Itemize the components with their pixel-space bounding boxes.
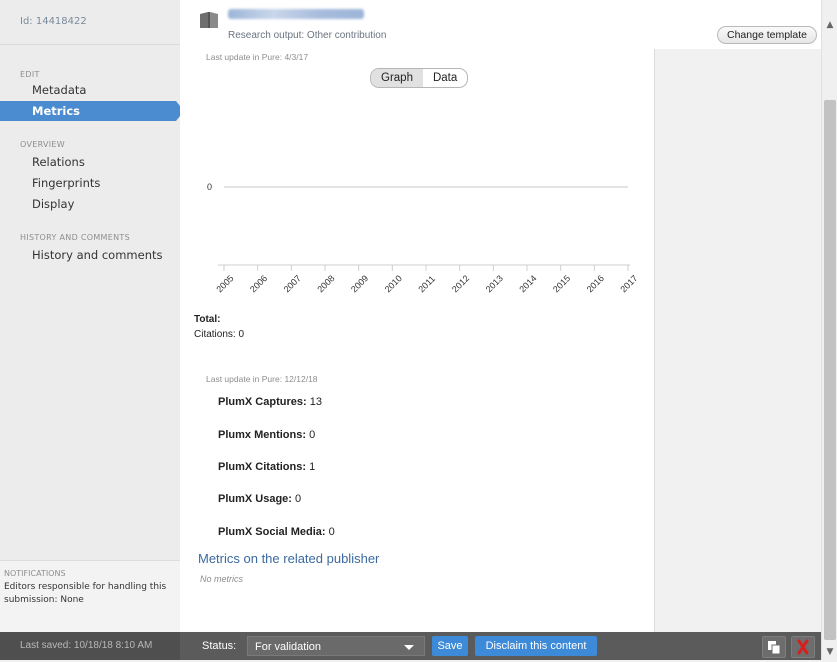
plumx-social-media: PlumX Social Media: 0 (218, 526, 335, 538)
x-tick-label-2012: 2012 (450, 273, 471, 294)
disclaim-content-button[interactable]: Disclaim this content (475, 636, 597, 656)
page-scrollbar[interactable]: ▲ ▼ (821, 0, 837, 660)
sidebar-item-history-and-comments[interactable]: History and comments (0, 245, 176, 265)
plumx-captures: PlumX Captures: 13 (218, 396, 322, 408)
copy-button[interactable] (762, 636, 786, 658)
delete-x-icon (797, 639, 809, 655)
left-sidebar: Id: 14418422 EDIT Metadata Metrics OVERV… (0, 0, 184, 632)
last-update-label-2: Last update in Pure: 12/12/18 (206, 374, 318, 384)
status-label: Status: (202, 640, 237, 652)
notifications-body: Editors responsible for handling this su… (4, 582, 167, 605)
footer-bar: Last saved: 10/18/18 8:10 AM Status: For… (0, 632, 821, 660)
content-id-label: Id: 14418422 (0, 0, 180, 45)
metrics-panel: Last update in Pure: 4/3/17 Graph Data 0… (180, 49, 654, 632)
x-tick-label-2006: 2006 (248, 273, 269, 294)
y-tick-label: 0 (207, 182, 212, 192)
notifications-panel: NOTIFICATIONS Editors responsible for ha… (0, 560, 180, 632)
x-tick-label-2011: 2011 (416, 274, 437, 295)
book-icon (200, 12, 218, 28)
x-tick-label-2016: 2016 (585, 273, 606, 294)
plumx-citations-label: PlumX Citations: (218, 461, 307, 473)
plumx-captures-value: 13 (309, 396, 322, 408)
sidebar-item-metadata[interactable]: Metadata (0, 80, 176, 100)
x-tick-label-2014: 2014 (517, 273, 538, 294)
content-header: Research output: Other contribution Chan… (180, 0, 821, 50)
last-saved-label: Last saved: 10/18/18 8:10 AM (0, 632, 180, 660)
plumx-captures-label: PlumX Captures: (218, 396, 307, 408)
section-title-history: HISTORY AND COMMENTS (20, 233, 130, 242)
citations-chart: 0 2005 2006 2007 2008 2009 2010 2011 2012 2013 201… (207, 182, 640, 295)
x-tick-label-2008: 2008 (315, 273, 336, 294)
plumx-social-media-value: 0 (328, 526, 335, 538)
scroll-down-icon[interactable]: ▼ (822, 645, 837, 659)
section-title-overview: OVERVIEW (20, 140, 66, 149)
status-select[interactable]: For validation (247, 636, 425, 656)
notifications-title: NOTIFICATIONS (4, 569, 66, 578)
plumx-usage: PlumX Usage: 0 (218, 493, 301, 505)
x-tick-label-2015: 2015 (551, 273, 572, 294)
save-button[interactable]: Save (432, 636, 468, 656)
plumx-social-media-label: PlumX Social Media: (218, 526, 326, 538)
x-tick-label-2005: 2005 (214, 273, 235, 294)
copy-icon (768, 641, 781, 655)
scroll-up-icon[interactable]: ▲ (822, 18, 837, 32)
related-publisher-heading: Metrics on the related publisher (198, 551, 380, 566)
plumx-usage-label: PlumX Usage: (218, 493, 292, 505)
plumx-citations-value: 1 (309, 461, 316, 473)
sidebar-item-display[interactable]: Display (0, 194, 176, 214)
plumx-citations: PlumX Citations: 1 (218, 461, 315, 473)
scroll-thumb[interactable] (824, 100, 836, 640)
x-tick-label-2010: 2010 (383, 273, 404, 294)
content-title-redacted[interactable] (228, 9, 364, 19)
section-title-edit: EDIT (20, 70, 40, 79)
status-select-value: For validation (255, 641, 322, 653)
plumx-mentions-label: Plumx Mentions: (218, 429, 307, 441)
sidebar-item-fingerprints[interactable]: Fingerprints (0, 173, 176, 193)
sidebar-item-metrics[interactable]: Metrics (0, 101, 184, 121)
right-gutter (654, 49, 822, 632)
chevron-down-icon (404, 645, 414, 650)
x-tick-label-2013: 2013 (484, 273, 505, 294)
no-metrics-text: No metrics (200, 574, 244, 584)
change-template-button[interactable]: Change template (717, 26, 817, 44)
content-type-subtitle: Research output: Other contribution (228, 30, 387, 41)
sidebar-item-relations[interactable]: Relations (0, 152, 176, 172)
plumx-mentions: Plumx Mentions: 0 (218, 429, 315, 441)
total-label: Total: (194, 314, 221, 325)
citations-total: Citations: 0 (194, 329, 245, 340)
delete-button[interactable] (791, 636, 815, 658)
x-tick-label-2009: 2009 (349, 273, 370, 294)
x-tick-label-2017: 2017 (618, 273, 639, 294)
plumx-usage-value: 0 (295, 493, 302, 505)
x-tick-label-2007: 2007 (282, 273, 303, 294)
plumx-mentions-value: 0 (309, 429, 316, 441)
